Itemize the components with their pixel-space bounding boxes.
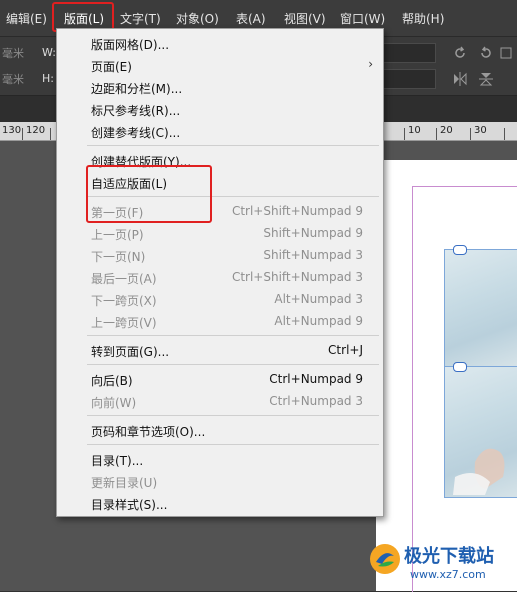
effects-icon[interactable] — [500, 45, 514, 61]
watermark-url: www.xz7.com — [410, 568, 486, 581]
ruler-label: 10 — [408, 125, 421, 136]
menu-item-ruler-guides[interactable]: 标尺参考线(R)... — [57, 98, 383, 120]
menu-item-label: 版面网格(D)... — [91, 38, 170, 52]
menu-item-create-alternate-layout[interactable]: 创建替代版面(Y)... — [57, 149, 383, 171]
ruler-tick — [504, 128, 505, 140]
reference-point-field[interactable] — [382, 43, 436, 63]
menu-edit[interactable]: 编辑(E) — [6, 10, 47, 27]
menu-item-liquid-layout[interactable]: 自适应版面(L) — [57, 171, 383, 193]
menu-separator — [87, 364, 379, 365]
menu-item-shortcut: Ctrl+Numpad 3 — [269, 394, 363, 408]
menu-item-shortcut: Shift+Numpad 3 — [263, 248, 363, 262]
menu-item-toc-styles[interactable]: 目录样式(S)... — [57, 492, 383, 514]
chevron-right-icon: › — [368, 57, 373, 71]
menu-item-shortcut: Ctrl+J — [328, 343, 363, 357]
menu-item-shortcut: Ctrl+Numpad 9 — [269, 372, 363, 386]
menu-item-shortcut: Alt+Numpad 3 — [274, 292, 363, 306]
flip-vertical-icon[interactable] — [478, 71, 494, 87]
menu-item-label: 目录(T)... — [91, 454, 144, 468]
menu-item-go-to-page[interactable]: 转到页面(G)... Ctrl+J — [57, 339, 383, 361]
menu-item-last-page: 最后一页(A) Ctrl+Shift+Numpad 3 — [57, 266, 383, 288]
rotate-ccw-icon[interactable] — [478, 45, 494, 61]
layout-menu-dropdown: 版面网格(D)... 页面(E) › 边距和分栏(M)... 标尺参考线(R)..… — [56, 28, 384, 517]
ruler-tick — [470, 128, 471, 140]
menu-item-label: 自适应版面(L) — [91, 177, 168, 191]
menu-table[interactable]: 表(A) — [236, 10, 266, 27]
menu-item-table-of-contents[interactable]: 目录(T)... — [57, 448, 383, 470]
menu-item-label: 向前(W) — [91, 396, 137, 410]
menu-item-label: 页码和章节选项(O)... — [91, 425, 206, 439]
ruler-label: 120 — [26, 125, 46, 136]
menu-item-label: 上一页(P) — [91, 228, 144, 242]
watermark-brand: 极光下载站 — [404, 546, 494, 567]
scale-field[interactable] — [382, 69, 436, 89]
ruler-label: 130 — [2, 125, 22, 136]
menu-item-label: 更新目录(U) — [91, 476, 158, 490]
menu-item-layout-grid[interactable]: 版面网格(D)... — [57, 32, 383, 54]
image-frame-bottom[interactable] — [444, 366, 517, 498]
height-label: H: — [42, 72, 54, 85]
brand-logo-icon — [370, 544, 400, 574]
menu-item-label: 标尺参考线(R)... — [91, 104, 181, 118]
menu-separator — [87, 196, 379, 197]
menu-separator — [87, 145, 379, 146]
ruler-tick — [436, 128, 437, 140]
menu-separator — [87, 335, 379, 336]
photo-figure-icon — [453, 448, 505, 495]
menu-item-shortcut: Alt+Numpad 9 — [274, 314, 363, 328]
menu-item-label: 向后(B) — [91, 374, 133, 388]
menu-item-label: 下一跨页(X) — [91, 294, 157, 308]
image-frame-top[interactable] — [444, 249, 517, 367]
menu-item-first-page: 第一页(F) Ctrl+Shift+Numpad 9 — [57, 200, 383, 222]
menu-view[interactable]: 视图(V) — [284, 10, 326, 27]
menu-item-label: 创建参考线(C)... — [91, 126, 181, 140]
menu-item-pages[interactable]: 页面(E) › — [57, 54, 383, 76]
menu-window[interactable]: 窗口(W) — [340, 10, 385, 27]
ruler-label: 30 — [474, 125, 487, 136]
menu-help[interactable]: 帮助(H) — [402, 10, 444, 27]
menu-separator — [87, 415, 379, 416]
menu-item-go-forward: 向前(W) Ctrl+Numpad 3 — [57, 390, 383, 412]
link-icon[interactable] — [453, 245, 467, 255]
menu-item-shortcut: Ctrl+Shift+Numpad 9 — [231, 204, 363, 218]
ruler-label: 20 — [440, 125, 453, 136]
menu-item-label: 目录样式(S)... — [91, 498, 168, 512]
menu-item-label: 下一页(N) — [91, 250, 146, 264]
watermark: 极光下载站 www.xz7.com — [360, 538, 517, 591]
menu-item-label: 创建替代版面(Y)... — [91, 155, 192, 169]
menu-item-margins-columns[interactable]: 边距和分栏(M)... — [57, 76, 383, 98]
unit-label-bottom: 毫米 — [2, 73, 24, 86]
menu-object[interactable]: 对象(O) — [176, 10, 219, 27]
menu-item-previous-spread: 上一跨页(V) Alt+Numpad 9 — [57, 310, 383, 332]
menu-separator — [87, 444, 379, 445]
menu-item-create-guides[interactable]: 创建参考线(C)... — [57, 120, 383, 142]
menu-item-next-spread: 下一跨页(X) Alt+Numpad 3 — [57, 288, 383, 310]
menu-item-previous-page: 上一页(P) Shift+Numpad 9 — [57, 222, 383, 244]
link-icon[interactable] — [453, 362, 467, 372]
menu-item-next-page: 下一页(N) Shift+Numpad 3 — [57, 244, 383, 266]
menu-item-label: 最后一页(A) — [91, 272, 157, 286]
ruler-tick — [50, 128, 51, 140]
menu-item-shortcut: Shift+Numpad 9 — [263, 226, 363, 240]
menu-item-label: 页面(E) — [91, 60, 132, 74]
menu-type[interactable]: 文字(T) — [120, 10, 161, 27]
menu-item-go-back[interactable]: 向后(B) Ctrl+Numpad 9 — [57, 368, 383, 390]
ruler-tick — [404, 128, 405, 140]
width-label: W: — [42, 46, 56, 59]
menu-item-update-toc: 更新目录(U) — [57, 470, 383, 492]
menu-item-label: 边距和分栏(M)... — [91, 82, 183, 96]
menu-item-label: 转到页面(G)... — [91, 345, 170, 359]
ruler-tick — [22, 128, 23, 140]
rotate-cw-icon[interactable] — [452, 45, 468, 61]
menu-item-numbering-section-options[interactable]: 页码和章节选项(O)... — [57, 419, 383, 441]
menu-item-shortcut: Ctrl+Shift+Numpad 3 — [231, 270, 363, 284]
menu-item-label: 上一跨页(V) — [91, 316, 157, 330]
flip-horizontal-icon[interactable] — [452, 71, 468, 87]
menu-item-label: 第一页(F) — [91, 206, 144, 220]
unit-label-top: 毫米 — [2, 47, 24, 60]
menu-layout[interactable]: 版面(L) — [64, 10, 104, 27]
